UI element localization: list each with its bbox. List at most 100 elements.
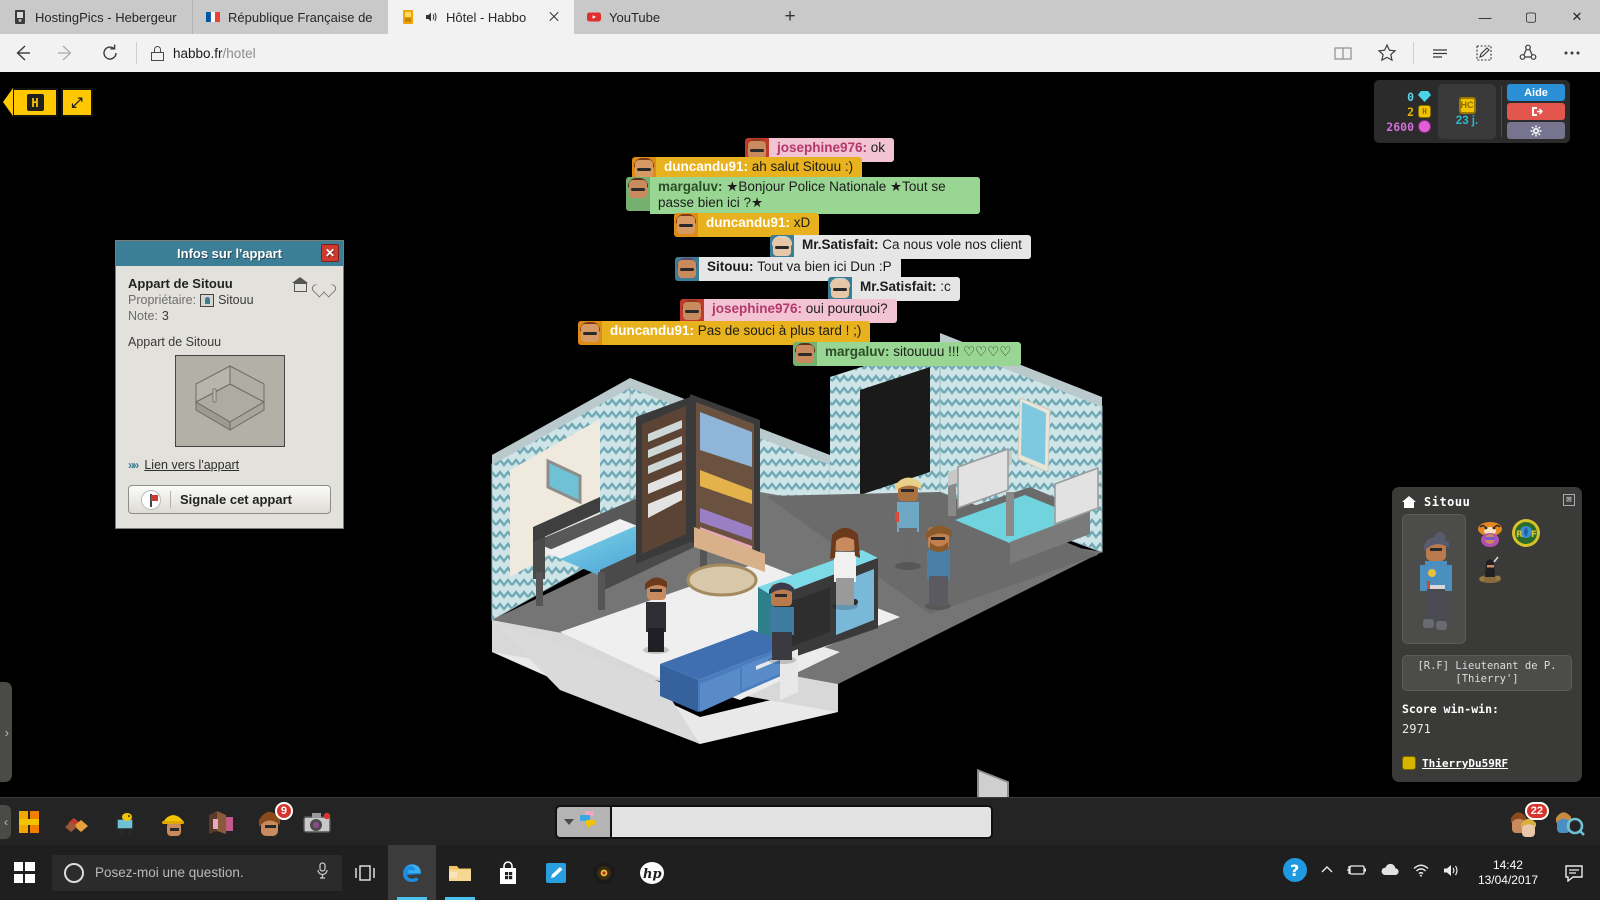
user-profile-panel[interactable]: Sitouu ⊠ R F [R.F] Lieutenant de P. [Thi… xyxy=(1392,487,1582,782)
svg-text:?: ? xyxy=(1290,861,1299,880)
avatar-5 xyxy=(925,525,952,610)
browser-tab-hostingpics[interactable]: HostingPics - Hebergeur d'i xyxy=(0,0,192,34)
browser-tab-youtube[interactable]: YouTube xyxy=(574,0,770,34)
friends-badge: 9 xyxy=(274,802,293,820)
friend-requests-icon[interactable]: 22 xyxy=(1508,802,1549,839)
back-to-hotel-button[interactable]: H xyxy=(3,88,58,117)
cortana-search-box[interactable]: Posez-moi une question. xyxy=(52,854,342,891)
battery-icon[interactable] xyxy=(1346,863,1368,882)
habbo-home-icon[interactable] xyxy=(12,805,46,839)
inventory-icon[interactable] xyxy=(204,805,238,839)
fullscreen-button[interactable]: ⤢ xyxy=(61,88,93,117)
score-value: 2971 xyxy=(1402,722,1431,736)
catalog-icon[interactable] xyxy=(60,805,94,839)
cortana-icon xyxy=(64,862,84,883)
help-icon[interactable]: ? xyxy=(1282,857,1308,888)
address-bar[interactable]: habbo.fr/hotel xyxy=(141,34,1321,72)
file-explorer-icon[interactable] xyxy=(436,845,484,900)
windows-taskbar: Posez-moi une question. hp ? 14:42 13/04… xyxy=(0,845,1600,900)
refresh-icon[interactable] xyxy=(88,34,132,72)
back-icon[interactable] xyxy=(0,34,44,72)
currency-list: 0 2 H 2600 xyxy=(1379,84,1438,139)
chat-bubble[interactable]: margaluv: ★Bonjour Police Nationale ★Tou… xyxy=(626,177,980,214)
duckets-row[interactable]: 2 H xyxy=(1407,105,1431,119)
room-info-window[interactable]: Infos sur l'appart ✕ Appart de Sitouu Pr… xyxy=(115,240,344,529)
web-note-icon[interactable] xyxy=(1462,34,1506,72)
chevron-up-icon[interactable] xyxy=(1320,863,1334,882)
close-window-button[interactable]: ✕ xyxy=(1554,0,1600,34)
sticky-notes-icon[interactable] xyxy=(532,845,580,900)
camera-icon[interactable] xyxy=(300,805,334,839)
diamonds-row[interactable]: 0 xyxy=(1407,90,1431,104)
new-tab-button[interactable]: + xyxy=(770,0,810,34)
chat-input-bar[interactable] xyxy=(555,805,993,839)
tiger-badge[interactable] xyxy=(1475,518,1505,548)
chat-bubble[interactable]: margaluv: sitouuuu !!! ♡♡♡♡ xyxy=(793,342,1021,366)
close-icon[interactable] xyxy=(546,9,562,25)
habbo-game-canvas[interactable]: H ⤢ › josephine976: ok duncandu91: ah sa… xyxy=(0,72,1600,845)
forward-icon[interactable] xyxy=(44,34,88,72)
report-room-button[interactable]: Signale cet appart xyxy=(128,485,331,514)
rf-globe-badge[interactable]: RF xyxy=(1511,518,1541,548)
left-panel-handle[interactable]: › xyxy=(0,682,12,782)
window-title-bar: Infos sur l'appart ✕ xyxy=(116,241,343,266)
chat-bubble[interactable]: duncandu91: xD xyxy=(674,213,820,237)
microphone-icon[interactable] xyxy=(315,862,330,883)
logout-button[interactable] xyxy=(1507,103,1565,120)
share-icon[interactable] xyxy=(1506,34,1550,72)
group-row[interactable]: ThierryDu59RF xyxy=(1402,756,1572,770)
minimize-button[interactable]: — xyxy=(1462,0,1508,34)
helmet-avatar-icon[interactable] xyxy=(156,805,190,839)
tab-label: Hôtel - Habbo xyxy=(446,9,527,25)
wifi-icon[interactable] xyxy=(1412,863,1430,882)
chat-input[interactable] xyxy=(610,805,993,839)
edge-icon[interactable] xyxy=(388,845,436,900)
favorite-heart-icon[interactable] xyxy=(316,278,331,292)
action-center-icon[interactable] xyxy=(1556,845,1592,900)
chat-bubble[interactable]: josephine976: oui pourquoi? xyxy=(680,299,897,323)
shop-icon[interactable] xyxy=(108,805,142,839)
friends-icon[interactable]: 9 xyxy=(252,802,293,839)
house-icon[interactable] xyxy=(292,277,309,292)
hp-icon[interactable]: hp xyxy=(628,845,676,900)
divider xyxy=(1501,86,1502,137)
group-name[interactable]: ThierryDu59RF xyxy=(1422,757,1508,770)
ninja-badge[interactable] xyxy=(1475,554,1505,584)
volume-icon[interactable] xyxy=(1442,863,1460,883)
search-friends-icon[interactable] xyxy=(1552,805,1586,839)
clock[interactable]: 14:42 13/04/2017 xyxy=(1472,858,1544,888)
requests-badge: 22 xyxy=(1524,802,1549,820)
browser-tab-republique[interactable]: République Française de Ha xyxy=(192,0,388,34)
room-link-row[interactable]: »» Lien vers l'appart xyxy=(128,458,331,472)
chat-bubble[interactable]: Mr.Satisfait: Ca nous vole nos client xyxy=(770,235,1031,259)
browser-tab-habbo[interactable]: Hôtel - Habbo xyxy=(388,0,574,34)
svg-text:hp: hp xyxy=(643,867,662,882)
browser-navbar: habbo.fr/hotel xyxy=(0,34,1600,72)
chat-text: margaluv: ★Bonjour Police Nationale ★Tou… xyxy=(650,177,980,214)
close-icon[interactable]: ⊠ xyxy=(1563,494,1575,506)
room-link[interactable]: Lien vers l'appart xyxy=(144,458,239,472)
store-icon[interactable] xyxy=(484,845,532,900)
duckets-value: 2 xyxy=(1407,104,1414,119)
reading-view-icon[interactable] xyxy=(1321,34,1365,72)
settings-button[interactable] xyxy=(1507,122,1565,139)
start-button[interactable] xyxy=(0,845,48,900)
media-icon[interactable] xyxy=(580,845,628,900)
onedrive-icon[interactable] xyxy=(1380,863,1400,882)
hc-subscription[interactable]: HC 23 j. xyxy=(1438,84,1496,139)
game-toolbar: ‹ 9 22 xyxy=(0,797,1600,845)
credits-row[interactable]: 2600 xyxy=(1386,120,1431,134)
tab-label: HostingPics - Hebergeur d'i xyxy=(35,9,180,25)
chat-style-selector[interactable] xyxy=(555,805,610,839)
task-view-icon[interactable] xyxy=(342,845,388,900)
help-button[interactable]: Aide xyxy=(1507,84,1565,101)
close-icon[interactable]: ✕ xyxy=(321,244,339,262)
more-icon[interactable] xyxy=(1550,34,1594,72)
owner-avatar-icon xyxy=(200,293,215,307)
chat-bubble[interactable]: Mr.Satisfait: :c xyxy=(828,277,960,301)
favorites-star-icon[interactable] xyxy=(1365,34,1409,72)
maximize-button[interactable]: ▢ xyxy=(1508,0,1554,34)
group-badge-icon xyxy=(1402,756,1416,770)
hub-icon[interactable] xyxy=(1418,34,1462,72)
toolbar-collapse-handle[interactable]: ‹ xyxy=(0,805,11,839)
